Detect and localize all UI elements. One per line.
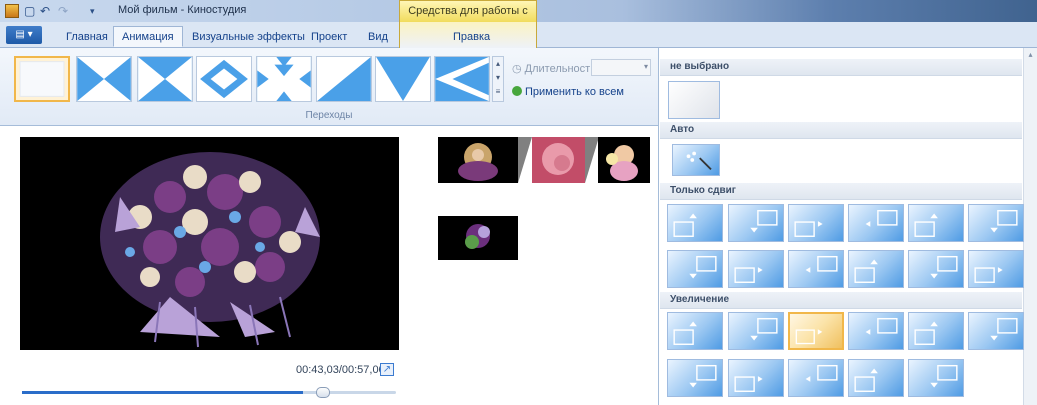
clip-thumbnail-image bbox=[438, 137, 518, 183]
pan-zoom-none-option[interactable] bbox=[668, 81, 720, 119]
pan-only-option[interactable] bbox=[968, 204, 1024, 242]
pan-zoom-gallery: не выбрано Авто Только сдвиг Увеличение … bbox=[658, 48, 1037, 405]
transition-x-cut[interactable] bbox=[256, 56, 312, 102]
flower-bouquet-image bbox=[20, 137, 399, 350]
customize-quick-access-icon[interactable]: ▾ bbox=[90, 3, 95, 19]
video-preview[interactable] bbox=[20, 137, 399, 350]
fullscreen-icon[interactable]: ↗ bbox=[380, 363, 394, 376]
save-icon[interactable]: ▢ bbox=[24, 3, 35, 19]
clip-thumbnail-image bbox=[598, 137, 650, 183]
file-menu-button[interactable]: ▤ ▾ bbox=[6, 26, 42, 44]
pan-zoom-auto-option[interactable] bbox=[672, 144, 720, 176]
chevron-down-icon: ▾ bbox=[643, 62, 648, 71]
tab-home[interactable]: Главная bbox=[58, 27, 116, 48]
section-none: не выбрано bbox=[660, 59, 1022, 76]
zoom-option[interactable] bbox=[728, 312, 784, 350]
zoom-option[interactable] bbox=[728, 359, 784, 397]
transition-diagonal-cross[interactable] bbox=[76, 56, 132, 102]
zoom-option[interactable] bbox=[968, 312, 1024, 350]
ribbon-tabs: ▤ ▾ Главная Анимация Визуальные эффекты … bbox=[0, 22, 1037, 48]
transition-diamond[interactable] bbox=[196, 56, 252, 102]
zoom-option[interactable] bbox=[667, 359, 723, 397]
seek-bar-progress bbox=[22, 391, 303, 394]
pan-only-option[interactable] bbox=[667, 250, 723, 288]
section-zoom: Увеличение bbox=[660, 292, 1022, 309]
ribbon-body: ▴ ▾ ≡ ◷ Длительность: ▾ Применить ко всем … bbox=[0, 48, 658, 126]
transition-marker bbox=[518, 137, 532, 183]
tab-animation[interactable]: Анимация bbox=[113, 26, 183, 47]
pan-only-option[interactable] bbox=[968, 250, 1024, 288]
storyboard-clip-1[interactable] bbox=[438, 137, 518, 183]
transition-bowtie[interactable] bbox=[137, 56, 193, 102]
tab-project[interactable]: Проект bbox=[303, 27, 355, 48]
transition-none[interactable] bbox=[14, 56, 70, 102]
duration-label: ◷ Длительность: bbox=[512, 63, 600, 75]
pan-only-option[interactable] bbox=[848, 250, 904, 288]
pan-only-option[interactable] bbox=[908, 204, 964, 242]
app-icon[interactable] bbox=[5, 4, 19, 18]
transition-marker bbox=[585, 137, 599, 183]
clip-thumbnail-image bbox=[438, 216, 518, 260]
transitions-group-label: Переходы bbox=[305, 110, 353, 121]
storyboard-clip-4[interactable] bbox=[438, 216, 518, 260]
pan-only-option[interactable] bbox=[728, 204, 784, 242]
transition-arrow-wipe[interactable] bbox=[434, 56, 490, 102]
transition-diagonal-wipe[interactable] bbox=[316, 56, 372, 102]
section-auto: Авто bbox=[660, 122, 1022, 139]
zoom-option[interactable] bbox=[908, 359, 964, 397]
time-display: 00:43,03/00:57,00 bbox=[296, 364, 385, 376]
apply-to-all-label: Применить ко всем bbox=[525, 86, 624, 98]
pan-only-option[interactable] bbox=[788, 204, 844, 242]
transition-v-wipe[interactable] bbox=[375, 56, 431, 102]
video-tools-context-header: Средства для работы с видео bbox=[399, 0, 537, 37]
title-bar: ▢ ↶ ↷ ▾ Мой фильм - Киностудия Средства … bbox=[0, 0, 1037, 37]
tab-edit[interactable]: Правка bbox=[445, 27, 498, 48]
tab-view[interactable]: Вид bbox=[360, 27, 396, 48]
panel-scrollbar[interactable]: ▴ bbox=[1023, 48, 1037, 405]
tab-visual-effects[interactable]: Визуальные эффекты bbox=[184, 27, 313, 48]
zoom-option[interactable] bbox=[788, 312, 844, 350]
pan-only-option[interactable] bbox=[908, 250, 964, 288]
apply-to-all-button[interactable]: Применить ко всем bbox=[512, 86, 624, 98]
pan-only-option[interactable] bbox=[667, 204, 723, 242]
window-title: Мой фильм - Киностудия bbox=[118, 4, 247, 16]
seek-bar-thumb[interactable] bbox=[316, 387, 330, 398]
clip-thumbnail-image bbox=[532, 137, 585, 183]
storyboard-clip-2[interactable] bbox=[532, 137, 585, 183]
zoom-option[interactable] bbox=[908, 312, 964, 350]
storyboard-clip-3[interactable] bbox=[598, 137, 650, 183]
zoom-option[interactable] bbox=[848, 359, 904, 397]
undo-icon[interactable]: ↶ bbox=[40, 3, 50, 19]
section-pan-only: Только сдвиг bbox=[660, 183, 1022, 200]
pan-only-option[interactable] bbox=[788, 250, 844, 288]
redo-icon[interactable]: ↷ bbox=[58, 3, 68, 19]
seek-bar[interactable] bbox=[22, 387, 396, 398]
zoom-option[interactable] bbox=[788, 359, 844, 397]
duration-dropdown[interactable]: ▾ bbox=[591, 59, 651, 76]
pan-only-option[interactable] bbox=[848, 204, 904, 242]
zoom-option[interactable] bbox=[848, 312, 904, 350]
zoom-option[interactable] bbox=[667, 312, 723, 350]
gallery-scroll-buttons[interactable]: ▴ ▾ ≡ bbox=[492, 56, 504, 102]
pan-only-option[interactable] bbox=[728, 250, 784, 288]
apply-all-icon bbox=[512, 86, 522, 96]
